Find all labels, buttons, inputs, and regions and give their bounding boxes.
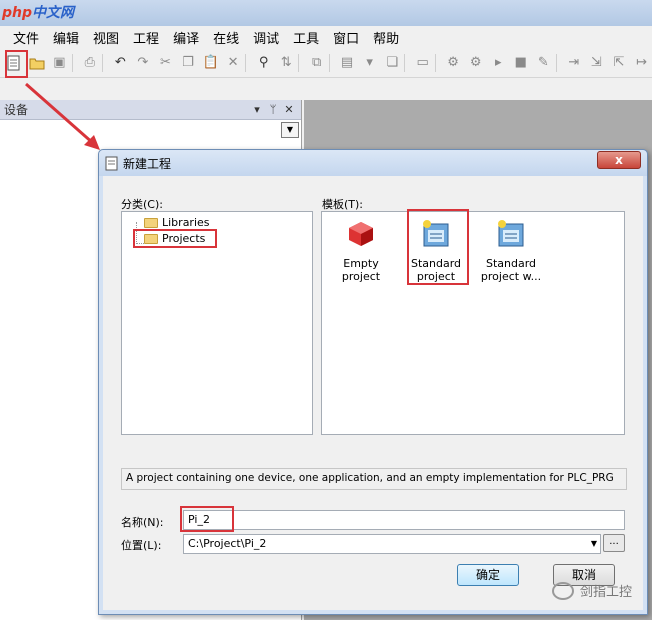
toolbar: ▣ ⎙ ↶ ↷ ✂ ❐ 📋 ✕ ⚲ ⇅ ⧉ ▤ ▾ ❏ ▭ ⚙ ⚙ ▸ ■ ✎ …	[0, 48, 652, 78]
step-into-icon[interactable]: ⇲	[586, 52, 607, 73]
toolbar-separator	[102, 53, 108, 72]
highlight-new-project	[5, 50, 28, 78]
template-label: 模板(T):	[322, 198, 364, 211]
location-combo[interactable]: C:\Project\Pi_2	[183, 534, 601, 554]
login-icon[interactable]: ⚙	[443, 52, 464, 73]
step-icon[interactable]: ↦	[631, 52, 652, 73]
toolbar-separator	[328, 53, 335, 72]
template-empty-project[interactable]: Empty project	[324, 218, 398, 283]
menu-window[interactable]: 窗口	[326, 28, 366, 47]
run-icon[interactable]: ▸	[488, 52, 509, 73]
highlight-standard-project	[407, 209, 469, 285]
template-list[interactable]: Empty project Standard project Standard …	[321, 211, 625, 435]
menu-build[interactable]: 编译	[166, 28, 206, 47]
browse-button[interactable]: ...	[603, 534, 625, 552]
template-standard-with-label-1: Standard	[485, 257, 537, 270]
save-icon[interactable]: ▣	[49, 52, 70, 73]
stop-icon[interactable]: ■	[510, 52, 531, 73]
template-empty-label: Empty project	[341, 257, 381, 283]
template-standard-project-with[interactable]: Standard project w...	[474, 218, 548, 283]
menu-help[interactable]: 帮助	[366, 28, 406, 47]
category-label: 分类(C):	[121, 198, 163, 211]
open-icon[interactable]	[27, 52, 48, 73]
brand-label: 剑指工控	[579, 585, 632, 600]
step-out-icon[interactable]: ⇱	[609, 52, 630, 73]
devices-panel-title: 设备	[4, 103, 29, 117]
toolbar-separator	[71, 53, 78, 72]
window-title-strip: php中文网	[0, 0, 652, 26]
paste-icon[interactable]: 📋	[200, 52, 221, 73]
location-label: 位置(L):	[121, 539, 162, 552]
watermark-logo: php中文网	[2, 5, 75, 21]
tools-icon[interactable]: ✎	[533, 52, 554, 73]
toolbar-separator	[298, 53, 304, 72]
location-dropdown-icon[interactable]: ▼	[587, 536, 601, 552]
print-preview-icon[interactable]: ▭	[412, 52, 433, 73]
replace-icon[interactable]: ⇅	[276, 52, 297, 73]
ok-button[interactable]: 确定	[457, 564, 519, 586]
menubar: 文件 编辑 视图 工程 编译 在线 调试 工具 窗口 帮助	[0, 26, 652, 48]
print-icon[interactable]: ⎙	[80, 52, 101, 73]
close-icon[interactable]: ✕	[281, 103, 297, 116]
toolbar-separator	[555, 53, 562, 72]
redo-icon[interactable]: ↷	[133, 52, 154, 73]
dialog-titlebar: 新建工程	[99, 150, 647, 176]
empty-project-icon	[349, 222, 373, 246]
menu-file[interactable]: 文件	[6, 28, 46, 47]
menu-debug[interactable]: 调试	[246, 28, 286, 47]
menu-view[interactable]: 视图	[86, 28, 126, 47]
menu-online[interactable]: 在线	[206, 28, 246, 47]
dialog-close-button[interactable]: x	[597, 151, 641, 169]
pin-icon[interactable]: ᛘ	[265, 103, 281, 116]
menu-edit[interactable]: 编辑	[46, 28, 86, 47]
devices-panel-header: 设备 ▾ ᛘ ✕	[0, 100, 301, 120]
name-label: 名称(N):	[121, 516, 164, 529]
menu-project[interactable]: 工程	[126, 28, 166, 47]
find-icon[interactable]: ⚲	[253, 52, 274, 73]
brand-watermark: 剑指工控	[551, 581, 632, 600]
panel-combo-dropdown[interactable]: ▼	[281, 122, 299, 138]
highlight-name	[180, 506, 234, 532]
toolbar-separator	[404, 53, 410, 72]
folder-icon	[144, 217, 158, 228]
new-project-dialog: 新建工程 x 分类(C): 模板(T): Libraries Projects	[98, 149, 648, 615]
copy-icon[interactable]: ❐	[178, 52, 199, 73]
project-name-input[interactable]: Pi_2	[183, 510, 625, 530]
dialog-title: 新建工程	[123, 156, 172, 171]
build-icon[interactable]: ▤	[337, 52, 358, 73]
cut-icon[interactable]: ✂	[155, 52, 176, 73]
delete-icon[interactable]: ✕	[223, 52, 244, 73]
panel-dropdown-icon[interactable]: ▾	[249, 103, 265, 116]
new-project-icon	[105, 156, 118, 170]
highlight-projects	[133, 229, 217, 248]
step-over-icon[interactable]: ⇥	[564, 52, 585, 73]
menu-tools[interactable]: 工具	[286, 28, 326, 47]
standard-project-with-icon	[498, 220, 524, 247]
undo-icon[interactable]: ↶	[110, 52, 131, 73]
tree-item-libraries[interactable]: Libraries	[144, 216, 210, 229]
dropdown-icon[interactable]: ▾	[359, 52, 380, 73]
toolbar-separator	[245, 53, 251, 72]
new-object-icon[interactable]: ❏	[382, 52, 403, 73]
wechat-icon	[551, 581, 574, 600]
dialog-body: 分类(C): 模板(T): Libraries Projects Empty p…	[103, 176, 643, 610]
template-standard-with-label-2: project w...	[480, 270, 542, 283]
template-description: A project containing one device, one app…	[121, 468, 627, 490]
tree-item-libraries-label: Libraries	[162, 216, 210, 229]
toolbar-separator	[434, 53, 441, 72]
logout-icon[interactable]: ⚙	[465, 52, 486, 73]
bookmark-icon[interactable]: ⧉	[306, 52, 327, 73]
